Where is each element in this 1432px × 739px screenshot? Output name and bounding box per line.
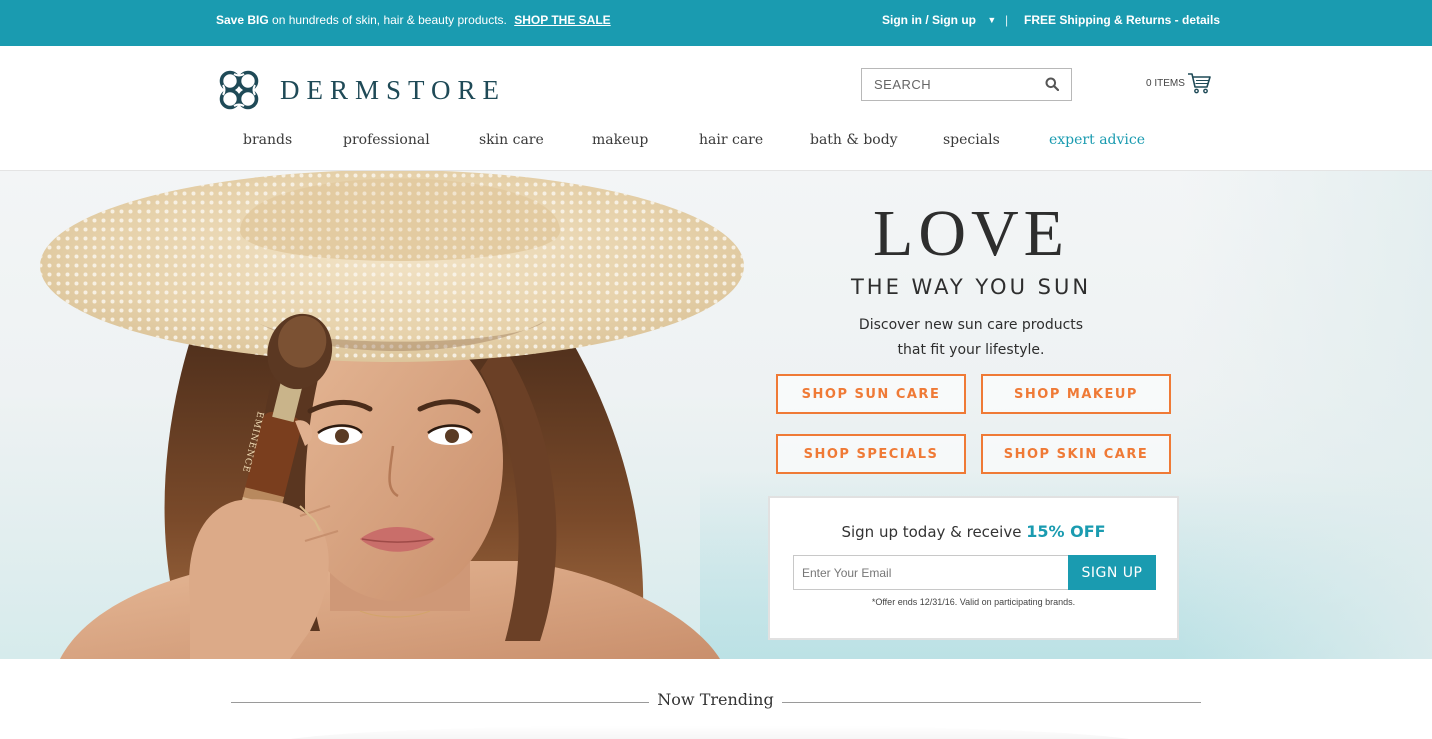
shop-the-sale-link[interactable]: SHOP THE SALE [514, 13, 610, 27]
site-header: DERMSTORE 0 ITEMS brands professional sk… [0, 46, 1432, 171]
nav-item-professional[interactable]: professional [343, 132, 430, 148]
offer-fine-print: *Offer ends 12/31/16. Valid on participa… [871, 597, 1076, 607]
nav-item-expert-advice[interactable]: expert advice [1049, 132, 1145, 148]
dermstore-logo[interactable]: DERMSTORE [214, 65, 506, 115]
cart-icon[interactable] [1187, 72, 1211, 94]
free-shipping-link[interactable]: FREE Shipping & Returns - details [1024, 13, 1220, 27]
now-trending-section: Now Trending [0, 659, 1432, 739]
cart-count[interactable]: 0 ITEMS [1146, 78, 1185, 89]
signup-lead: Sign up today & receive 15% OFF [770, 522, 1177, 541]
hero-subheadline: THE WAY YOU SUN [850, 275, 1092, 299]
search-input[interactable] [862, 69, 1037, 100]
sign-in-link[interactable]: Sign in / Sign up [882, 13, 976, 27]
promo-bar: Save BIG on hundreds of skin, hair & bea… [0, 0, 1432, 46]
divider-right [782, 702, 1201, 703]
nav-item-makeup[interactable]: makeup [592, 132, 648, 148]
nav-item-skin-care[interactable]: skin care [479, 132, 544, 148]
carousel-shadow [270, 725, 1150, 739]
cart[interactable]: 0 ITEMS [1146, 72, 1211, 94]
account-menu[interactable]: Sign in / Sign up ▼ [882, 13, 996, 27]
nav-item-brands[interactable]: brands [243, 132, 292, 148]
topbar-separator: | [1005, 13, 1009, 27]
shop-skin-care-button[interactable]: SHOP SKIN CARE [981, 434, 1171, 474]
section-title: Now Trending [657, 690, 774, 709]
hero-description-line1: Discover new sun care products [858, 317, 1084, 333]
knot-logo-icon [219, 70, 259, 110]
email-field[interactable] [793, 555, 1069, 590]
promo-text: on hundreds of skin, hair & beauty produ… [272, 13, 507, 27]
shop-makeup-button[interactable]: SHOP MAKEUP [981, 374, 1171, 414]
hero-model-photo: EMINENCE [40, 171, 744, 659]
nav-item-bath-body[interactable]: bath & body [810, 132, 898, 148]
nav-item-specials[interactable]: specials [943, 132, 1000, 148]
nav-item-hair-care[interactable]: hair care [699, 132, 763, 148]
hero-description-line2: that fit your lifestyle. [897, 342, 1045, 358]
hero-banner[interactable]: EMINENCE LOVE THE WAY YOU SUN Discover n… [0, 171, 1432, 659]
background-fade [1180, 171, 1432, 659]
search-icon[interactable] [1045, 77, 1059, 91]
main-nav: brands professional skin care makeup hai… [0, 132, 1432, 152]
hero-headline: LOVE [873, 197, 1069, 270]
search-box[interactable] [861, 68, 1072, 101]
sign-up-button[interactable]: SIGN UP [1068, 555, 1156, 590]
discount-badge: 15% OFF [1026, 522, 1106, 541]
shop-sun-care-button[interactable]: SHOP SUN CARE [776, 374, 966, 414]
email-signup-box: Sign up today & receive 15% OFF SIGN UP … [768, 496, 1179, 640]
divider-left [231, 702, 649, 703]
promo-message: Save BIG on hundreds of skin, hair & bea… [216, 13, 611, 27]
chevron-down-icon[interactable]: ▼ [987, 15, 996, 25]
brand-wordmark: DERMSTORE [280, 74, 507, 105]
signup-lead-text: Sign up today & receive [841, 523, 1022, 541]
hero-description: Discover new sun care products that fit … [770, 313, 1172, 363]
promo-bold-text: Save BIG [216, 13, 269, 27]
shop-specials-button[interactable]: SHOP SPECIALS [776, 434, 966, 474]
